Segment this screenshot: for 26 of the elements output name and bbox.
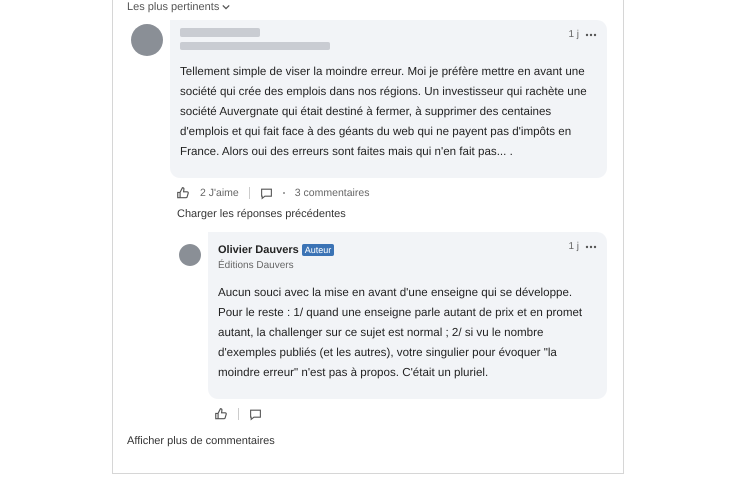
separator-dot [282,192,285,194]
like-button[interactable] [214,407,228,421]
likes-count[interactable]: 2 J'aime [200,187,239,199]
show-more-comments-link[interactable]: Afficher plus de commentaires [127,435,275,447]
like-icon [214,407,228,421]
comment-time: 1 j [568,28,579,40]
comment-text: Tellement simple de viser la moindre erreur. Moi je préfère mettre en avant une société qui crée des emplois dans nos régions. Un investisseur qui rachète une société Auvergnate qui était destiné à fermer, à supprimer des centaines d'emplois et qui fait face à des géants du web qui ne payent pas d'impôts en France. Alors oui des erreurs sont faites mais qui n'en fait pas... . [180,64,588,160]
reply-button[interactable] [249,408,262,420]
like-icon [176,186,190,200]
author-name: Olivier Dauvers [218,244,299,256]
reply-text: Aucun souci avec la mise en avant d'une enseigne qui se développe. Pour le reste : 1/ quand une enseigne parle autant de prix et en promet autant, la challenger sur ce sujet est normal ; 2/ si vu le nombre d'exemples publiés (et les autres), votre singulier pour évoquer "la moindre erreur" n'est pas à propos. C'était un pluriel. [218,285,584,381]
avatar [131,24,163,56]
more-icon [585,245,597,249]
comment-icon [260,186,273,200]
author-headline: Éditions Dauvers [218,260,295,271]
more-icon [585,33,597,37]
comment-icon [249,408,262,420]
author-badge: Auteur [302,244,334,256]
reply-time: 1 j [568,240,579,252]
reply-button[interactable] [260,186,273,200]
caret-icon [222,3,230,11]
comments-count[interactable]: 3 commentaires [294,187,370,199]
sort-dropdown[interactable]: Les plus pertinents [127,0,230,14]
like-button[interactable] [176,186,190,200]
avatar [179,244,201,266]
load-previous-link[interactable]: Charger les réponses précédentes [177,208,346,220]
